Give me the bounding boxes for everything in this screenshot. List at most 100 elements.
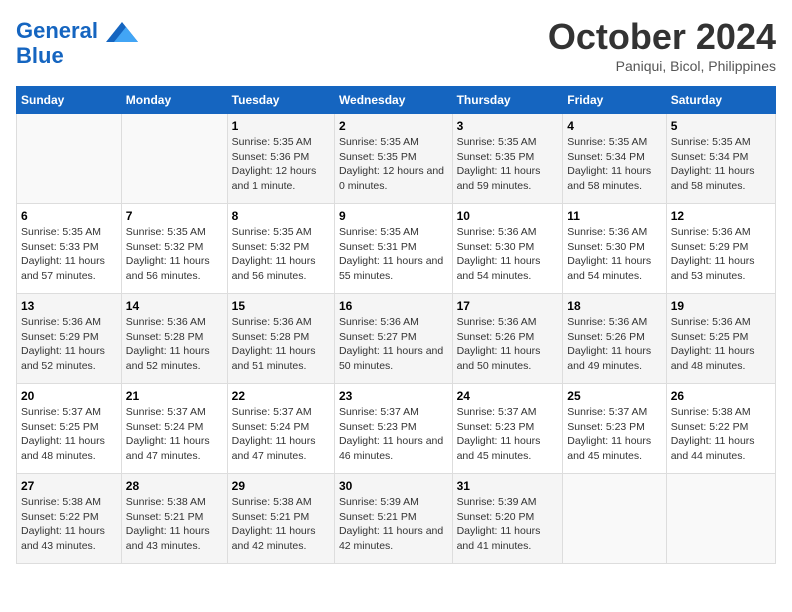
day-number: 20 [21, 389, 117, 403]
day-info: Sunrise: 5:37 AM Sunset: 5:25 PM Dayligh… [21, 405, 117, 464]
day-number: 30 [339, 479, 448, 493]
column-header-thursday: Thursday [452, 87, 563, 114]
day-info: Sunrise: 5:35 AM Sunset: 5:31 PM Dayligh… [339, 225, 448, 284]
calendar-cell [121, 114, 227, 204]
day-info: Sunrise: 5:36 AM Sunset: 5:30 PM Dayligh… [567, 225, 661, 284]
day-info: Sunrise: 5:35 AM Sunset: 5:33 PM Dayligh… [21, 225, 117, 284]
day-info: Sunrise: 5:36 AM Sunset: 5:27 PM Dayligh… [339, 315, 448, 374]
column-header-friday: Friday [563, 87, 666, 114]
day-info: Sunrise: 5:38 AM Sunset: 5:21 PM Dayligh… [232, 495, 330, 554]
calendar-cell: 1Sunrise: 5:35 AM Sunset: 5:36 PM Daylig… [227, 114, 334, 204]
calendar-cell: 10 Sunrise: 5:36 AM Sunset: 5:30 PM Dayli… [452, 204, 563, 294]
calendar-cell: 11 Sunrise: 5:36 AM Sunset: 5:30 PM Dayli… [563, 204, 666, 294]
day-info: Sunrise: 5:39 AM Sunset: 5:20 PM Dayligh… [457, 495, 559, 554]
day-number: 5 [671, 119, 771, 133]
calendar-cell: 9 Sunrise: 5:35 AM Sunset: 5:31 PM Daylig… [334, 204, 452, 294]
day-number: 25 [567, 389, 661, 403]
day-info: Sunrise: 5:39 AM Sunset: 5:21 PM Dayligh… [339, 495, 448, 554]
column-header-sunday: Sunday [17, 87, 122, 114]
day-info: Sunrise: 5:37 AM Sunset: 5:24 PM Dayligh… [232, 405, 330, 464]
calendar-cell [563, 474, 666, 564]
day-info: Sunrise: 5:35 AM Sunset: 5:32 PM Dayligh… [126, 225, 223, 284]
calendar-cell: 7 Sunrise: 5:35 AM Sunset: 5:32 PM Daylig… [121, 204, 227, 294]
day-number: 6 [21, 209, 117, 223]
calendar-cell: 5 Sunrise: 5:35 AM Sunset: 5:34 PM Daylig… [666, 114, 775, 204]
calendar-table: SundayMondayTuesdayWednesdayThursdayFrid… [16, 86, 776, 564]
calendar-cell: 24Sunrise: 5:37 AM Sunset: 5:23 PM Dayli… [452, 384, 563, 474]
calendar-cell: 18Sunrise: 5:36 AM Sunset: 5:26 PM Dayli… [563, 294, 666, 384]
day-info: Sunrise: 5:38 AM Sunset: 5:22 PM Dayligh… [21, 495, 117, 554]
calendar-cell: 29Sunrise: 5:38 AM Sunset: 5:21 PM Dayli… [227, 474, 334, 564]
day-number: 23 [339, 389, 448, 403]
calendar-cell: 14Sunrise: 5:36 AM Sunset: 5:28 PM Dayli… [121, 294, 227, 384]
logo-icon [106, 16, 138, 48]
day-info: Sunrise: 5:37 AM Sunset: 5:23 PM Dayligh… [567, 405, 661, 464]
column-header-tuesday: Tuesday [227, 87, 334, 114]
day-info: Sunrise: 5:38 AM Sunset: 5:21 PM Dayligh… [126, 495, 223, 554]
day-number: 19 [671, 299, 771, 313]
logo-general: General [16, 18, 98, 43]
calendar-cell: 15 Sunrise: 5:36 AM Sunset: 5:28 PM Dayli… [227, 294, 334, 384]
calendar-cell: 19Sunrise: 5:36 AM Sunset: 5:25 PM Dayli… [666, 294, 775, 384]
calendar-cell: 6 Sunrise: 5:35 AM Sunset: 5:33 PM Daylig… [17, 204, 122, 294]
day-number: 2 [339, 119, 448, 133]
calendar-cell [666, 474, 775, 564]
logo: General Blue [16, 16, 138, 68]
day-number: 7 [126, 209, 223, 223]
calendar-cell: 31 Sunrise: 5:39 AM Sunset: 5:20 PM Dayli… [452, 474, 563, 564]
calendar-cell: 26 Sunrise: 5:38 AM Sunset: 5:22 PM Dayli… [666, 384, 775, 474]
calendar-week-row: 13 Sunrise: 5:36 AM Sunset: 5:29 PM Dayli… [17, 294, 776, 384]
day-info: Sunrise: 5:36 AM Sunset: 5:29 PM Dayligh… [671, 225, 771, 284]
column-header-saturday: Saturday [666, 87, 775, 114]
day-number: 11 [567, 209, 661, 223]
calendar-cell: 28 Sunrise: 5:38 AM Sunset: 5:21 PM Dayli… [121, 474, 227, 564]
day-number: 26 [671, 389, 771, 403]
location: Paniqui, Bicol, Philippines [548, 58, 776, 74]
day-number: 22 [232, 389, 330, 403]
calendar-week-row: 27 Sunrise: 5:38 AM Sunset: 5:22 PM Dayli… [17, 474, 776, 564]
calendar-cell: 21Sunrise: 5:37 AM Sunset: 5:24 PM Dayli… [121, 384, 227, 474]
day-info: Sunrise: 5:37 AM Sunset: 5:23 PM Dayligh… [457, 405, 559, 464]
day-number: 15 [232, 299, 330, 313]
calendar-cell: 23Sunrise: 5:37 AM Sunset: 5:23 PM Dayli… [334, 384, 452, 474]
column-header-monday: Monday [121, 87, 227, 114]
day-number: 9 [339, 209, 448, 223]
day-info: Sunrise: 5:35 AM Sunset: 5:34 PM Dayligh… [567, 135, 661, 194]
calendar-cell: 4 Sunrise: 5:35 AM Sunset: 5:34 PM Daylig… [563, 114, 666, 204]
day-number: 13 [21, 299, 117, 313]
calendar-cell: 20 Sunrise: 5:37 AM Sunset: 5:25 PM Dayli… [17, 384, 122, 474]
day-info: Sunrise: 5:38 AM Sunset: 5:22 PM Dayligh… [671, 405, 771, 464]
day-number: 27 [21, 479, 117, 493]
calendar-cell: 22 Sunrise: 5:37 AM Sunset: 5:24 PM Dayli… [227, 384, 334, 474]
day-number: 8 [232, 209, 330, 223]
day-number: 4 [567, 119, 661, 133]
calendar-cell: 30 Sunrise: 5:39 AM Sunset: 5:21 PM Dayli… [334, 474, 452, 564]
month-title: October 2024 [548, 16, 776, 58]
calendar-cell: 25 Sunrise: 5:37 AM Sunset: 5:23 PM Dayli… [563, 384, 666, 474]
calendar-header-row: SundayMondayTuesdayWednesdayThursdayFrid… [17, 87, 776, 114]
day-number: 10 [457, 209, 559, 223]
day-number: 31 [457, 479, 559, 493]
column-header-wednesday: Wednesday [334, 87, 452, 114]
day-number: 16 [339, 299, 448, 313]
day-number: 28 [126, 479, 223, 493]
calendar-cell: 3Sunrise: 5:35 AM Sunset: 5:35 PM Daylig… [452, 114, 563, 204]
calendar-cell [17, 114, 122, 204]
day-info: Sunrise: 5:36 AM Sunset: 5:26 PM Dayligh… [457, 315, 559, 374]
day-info: Sunrise: 5:35 AM Sunset: 5:34 PM Dayligh… [671, 135, 771, 194]
calendar-week-row: 6 Sunrise: 5:35 AM Sunset: 5:33 PM Daylig… [17, 204, 776, 294]
day-number: 17 [457, 299, 559, 313]
calendar-cell: 27 Sunrise: 5:38 AM Sunset: 5:22 PM Dayli… [17, 474, 122, 564]
page-header: General Blue October 2024 Paniqui, Bicol… [16, 16, 776, 74]
day-info: Sunrise: 5:36 AM Sunset: 5:30 PM Dayligh… [457, 225, 559, 284]
calendar-cell: 17 Sunrise: 5:36 AM Sunset: 5:26 PM Dayli… [452, 294, 563, 384]
calendar-week-row: 20 Sunrise: 5:37 AM Sunset: 5:25 PM Dayli… [17, 384, 776, 474]
calendar-cell: 16 Sunrise: 5:36 AM Sunset: 5:27 PM Dayli… [334, 294, 452, 384]
calendar-week-row: 1Sunrise: 5:35 AM Sunset: 5:36 PM Daylig… [17, 114, 776, 204]
day-info: Sunrise: 5:36 AM Sunset: 5:28 PM Dayligh… [126, 315, 223, 374]
day-info: Sunrise: 5:37 AM Sunset: 5:24 PM Dayligh… [126, 405, 223, 464]
day-info: Sunrise: 5:36 AM Sunset: 5:28 PM Dayligh… [232, 315, 330, 374]
day-number: 12 [671, 209, 771, 223]
day-info: Sunrise: 5:35 AM Sunset: 5:36 PM Dayligh… [232, 135, 330, 194]
day-info: Sunrise: 5:36 AM Sunset: 5:29 PM Dayligh… [21, 315, 117, 374]
